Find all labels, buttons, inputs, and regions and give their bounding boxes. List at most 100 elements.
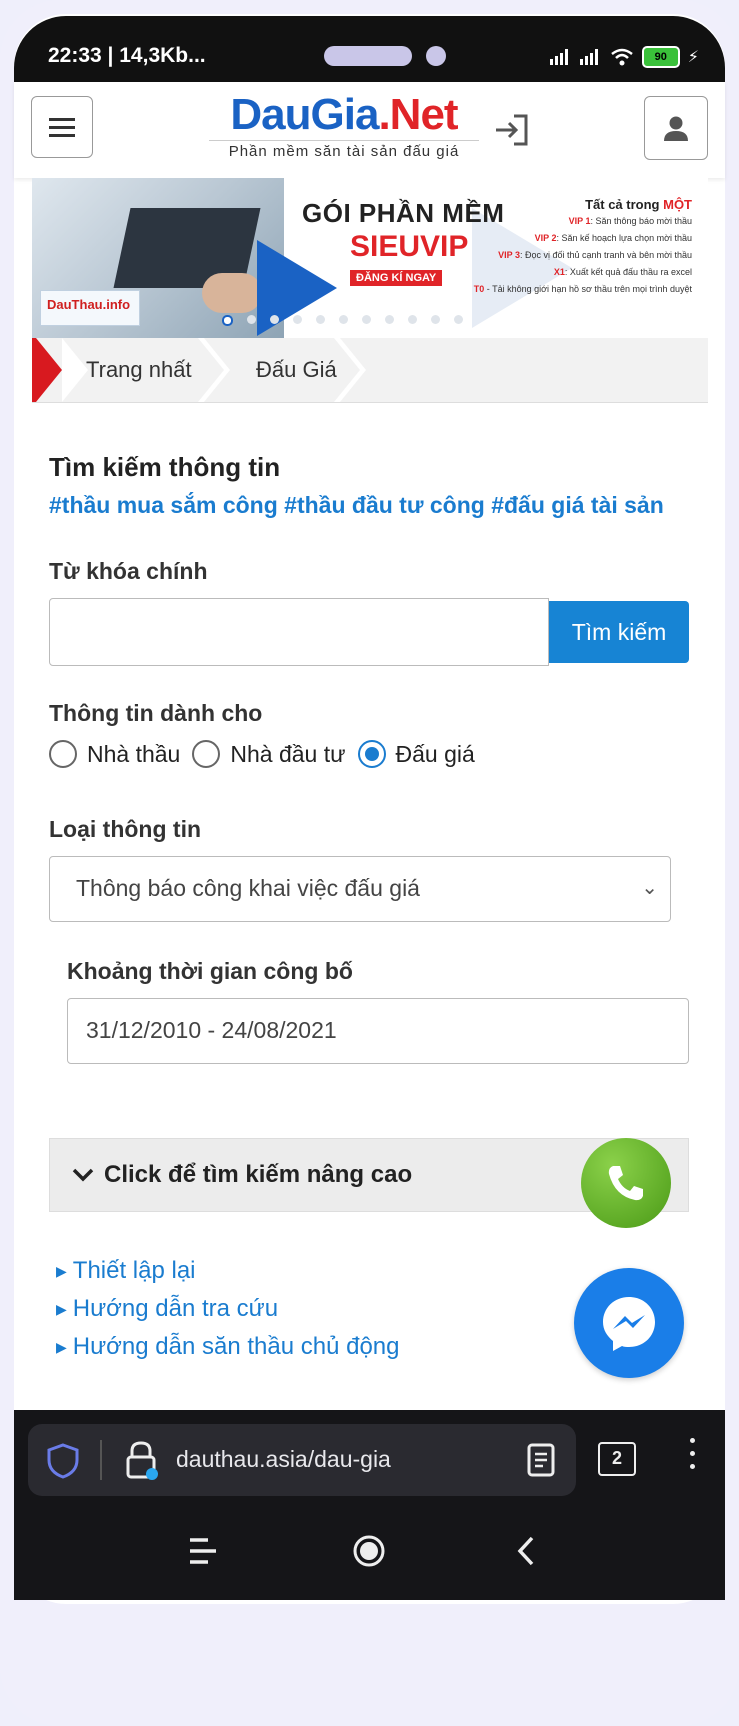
login-icon[interactable] [492, 110, 532, 150]
shield-icon[interactable] [46, 1442, 80, 1480]
keyword-label: Từ khóa chính [49, 558, 208, 584]
breadcrumb-separator [198, 338, 230, 402]
banner-item-text: : Săn thông báo mời thầu [590, 216, 692, 226]
breadcrumb-home-marker [32, 338, 62, 402]
camera-pill [324, 46, 412, 66]
keyword-input[interactable] [49, 598, 549, 666]
caret-right-icon: ▶ [56, 1263, 67, 1280]
more-options-icon[interactable] [690, 1438, 696, 1477]
audience-label: Thông tin dành cho [49, 700, 263, 726]
link-reset-label: Thiết lập lại [72, 1257, 196, 1284]
recents-icon[interactable] [186, 1534, 220, 1568]
call-button[interactable] [581, 1138, 671, 1228]
banner-item-tag: X1 [553, 267, 565, 277]
wifi-icon [610, 48, 633, 66]
reader-mode-icon[interactable] [526, 1442, 556, 1478]
battery-icon: 90 [641, 46, 680, 68]
back-icon[interactable] [510, 1534, 544, 1568]
caret-right-icon: ▶ [56, 1301, 67, 1318]
status-time: 22:33 | 14,3Kb... [48, 44, 206, 67]
promo-banner[interactable]: DauThau.info GÓI PHẦN MỀM SIEUVIP ĐĂNG K… [32, 178, 708, 338]
site-header: DauGia.Net Phần mềm săn tài sản đấu giá [14, 82, 725, 178]
link-search-guide[interactable]: ▶ Hướng dẫn tra cứu [56, 1290, 400, 1328]
radio-auction-label[interactable]: Đấu giá [396, 741, 475, 768]
carousel-dot[interactable] [247, 315, 256, 324]
status-bar: 22:33 | 14,3Kb... 90 ⚡ [14, 16, 725, 82]
date-range-input[interactable]: 31/12/2010 - 24/08/2021 [67, 998, 689, 1064]
url-text[interactable]: dauthau.asia/dau-gia [176, 1446, 391, 1473]
carousel-dot[interactable] [431, 315, 440, 324]
date-range-label: Khoảng thời gian công bố [67, 958, 353, 984]
carousel-dot[interactable] [316, 315, 325, 324]
breadcrumb-home[interactable]: Trang nhất [86, 338, 192, 402]
camera-dot [426, 46, 446, 66]
chevron-down-icon [72, 1139, 94, 1211]
radio-contractor[interactable] [49, 740, 77, 768]
banner-item-tag: VIP 2 [534, 233, 557, 243]
hand-image [202, 273, 262, 313]
banner-list-head-text: Tất cả trong [585, 197, 660, 212]
carousel-dots [222, 315, 463, 326]
banner-badge: DauThau.info [40, 290, 140, 326]
caret-right-icon: ▶ [56, 1339, 67, 1356]
carousel-dot[interactable] [385, 315, 394, 324]
breadcrumb: Trang nhất Đấu Giá [32, 338, 708, 403]
banner-item-tag: VIP 1 [568, 216, 591, 226]
chevron-down-icon: ⌄ [641, 877, 658, 899]
logo-text-main: DauGia [230, 90, 379, 139]
address-bar[interactable]: dauthau.asia/dau-gia [28, 1424, 576, 1496]
menu-button[interactable] [31, 96, 93, 158]
banner-item-text: : Săn kế hoạch lựa chọn mời thầu [556, 233, 692, 243]
breadcrumb-separator [334, 338, 366, 402]
address-divider [100, 1440, 102, 1480]
home-icon[interactable] [352, 1534, 386, 1568]
radio-contractor-label[interactable]: Nhà thầu [87, 741, 180, 768]
carousel-dot[interactable] [222, 315, 233, 326]
lock-icon[interactable] [124, 1440, 158, 1480]
banner-list-item: T0 - Tải không giới hạn hồ sơ thầu trên … [462, 281, 692, 298]
search-button[interactable]: Tìm kiếm [549, 601, 689, 663]
link-reset[interactable]: ▶ Thiết lập lại [56, 1252, 400, 1290]
carousel-dot[interactable] [293, 315, 302, 324]
banner-item-tag: T0 [473, 284, 485, 294]
link-search-guide-label: Hướng dẫn tra cứu [72, 1295, 279, 1323]
banner-list-head-accent: MỘT [663, 197, 692, 212]
radio-investor[interactable] [192, 740, 221, 768]
search-hashtags[interactable]: #thầu mua sắm công #thầu đầu tư công #đấ… [49, 492, 664, 519]
signal-icon [549, 49, 568, 65]
browser-toolbar: dauthau.asia/dau-gia 2 [14, 1410, 725, 1600]
banner-item-tag: VIP 3 [498, 250, 520, 260]
user-icon [664, 116, 688, 141]
banner-item-text: : Đọc vị đối thủ cạnh tranh và bên mời t… [520, 250, 692, 260]
logo-text-accent: .Net [378, 90, 458, 139]
radio-investor-label[interactable]: Nhà đầu tư [230, 741, 345, 768]
help-links: ▶ Thiết lập lại ▶ Hướng dẫn tra cứu ▶ Hướng… [56, 1252, 400, 1366]
messenger-icon [603, 1297, 655, 1351]
carousel-dot[interactable] [270, 315, 279, 324]
banner-list-item: VIP 3: Đọc vị đối thủ cạnh tranh và bên … [462, 247, 692, 264]
radio-auction[interactable] [357, 740, 386, 768]
hamburger-icon [49, 117, 75, 137]
banner-item-text: - Tải không giới hạn hồ sơ thầu trên mọi… [484, 284, 692, 294]
site-logo[interactable]: DauGia.Net Phần mềm săn tài sản đấu giá [209, 92, 479, 160]
carousel-dot[interactable] [454, 315, 463, 324]
carousel-dot[interactable] [362, 315, 371, 324]
banner-list-head: Tất cả trong MỘT [462, 196, 692, 213]
info-type-select[interactable]: Thông báo công khai việc đấu giá ⌄ [49, 856, 671, 922]
advanced-search-label: Click để tìm kiếm nâng cao [104, 1161, 413, 1188]
banner-list-item: VIP 2: Săn kế hoạch lựa chọn mời thầu [462, 230, 692, 247]
banner-feature-list: Tất cả trong MỘT VIP 1: Săn thông báo mờ… [462, 196, 692, 298]
phone-icon [608, 1166, 643, 1201]
breadcrumb-current[interactable]: Đấu Giá [256, 338, 337, 402]
messenger-button[interactable] [574, 1268, 684, 1378]
carousel-dot[interactable] [339, 315, 348, 324]
user-account-button[interactable] [644, 96, 708, 160]
tab-count-button[interactable]: 2 [598, 1442, 636, 1476]
info-type-value: Thông báo công khai việc đấu giá [76, 875, 420, 901]
banner-list-item: VIP 1: Săn thông báo mời thầu [462, 213, 692, 230]
carousel-dot[interactable] [408, 315, 417, 324]
link-proactive-guide[interactable]: ▶ Hướng dẫn săn thầu chủ động [56, 1328, 400, 1366]
banner-item-text: : Xuất kết quả đấu thầu ra excel [564, 267, 692, 277]
search-title: Tìm kiếm thông tin [49, 452, 281, 482]
status-icons: 90 ⚡ [549, 46, 699, 68]
